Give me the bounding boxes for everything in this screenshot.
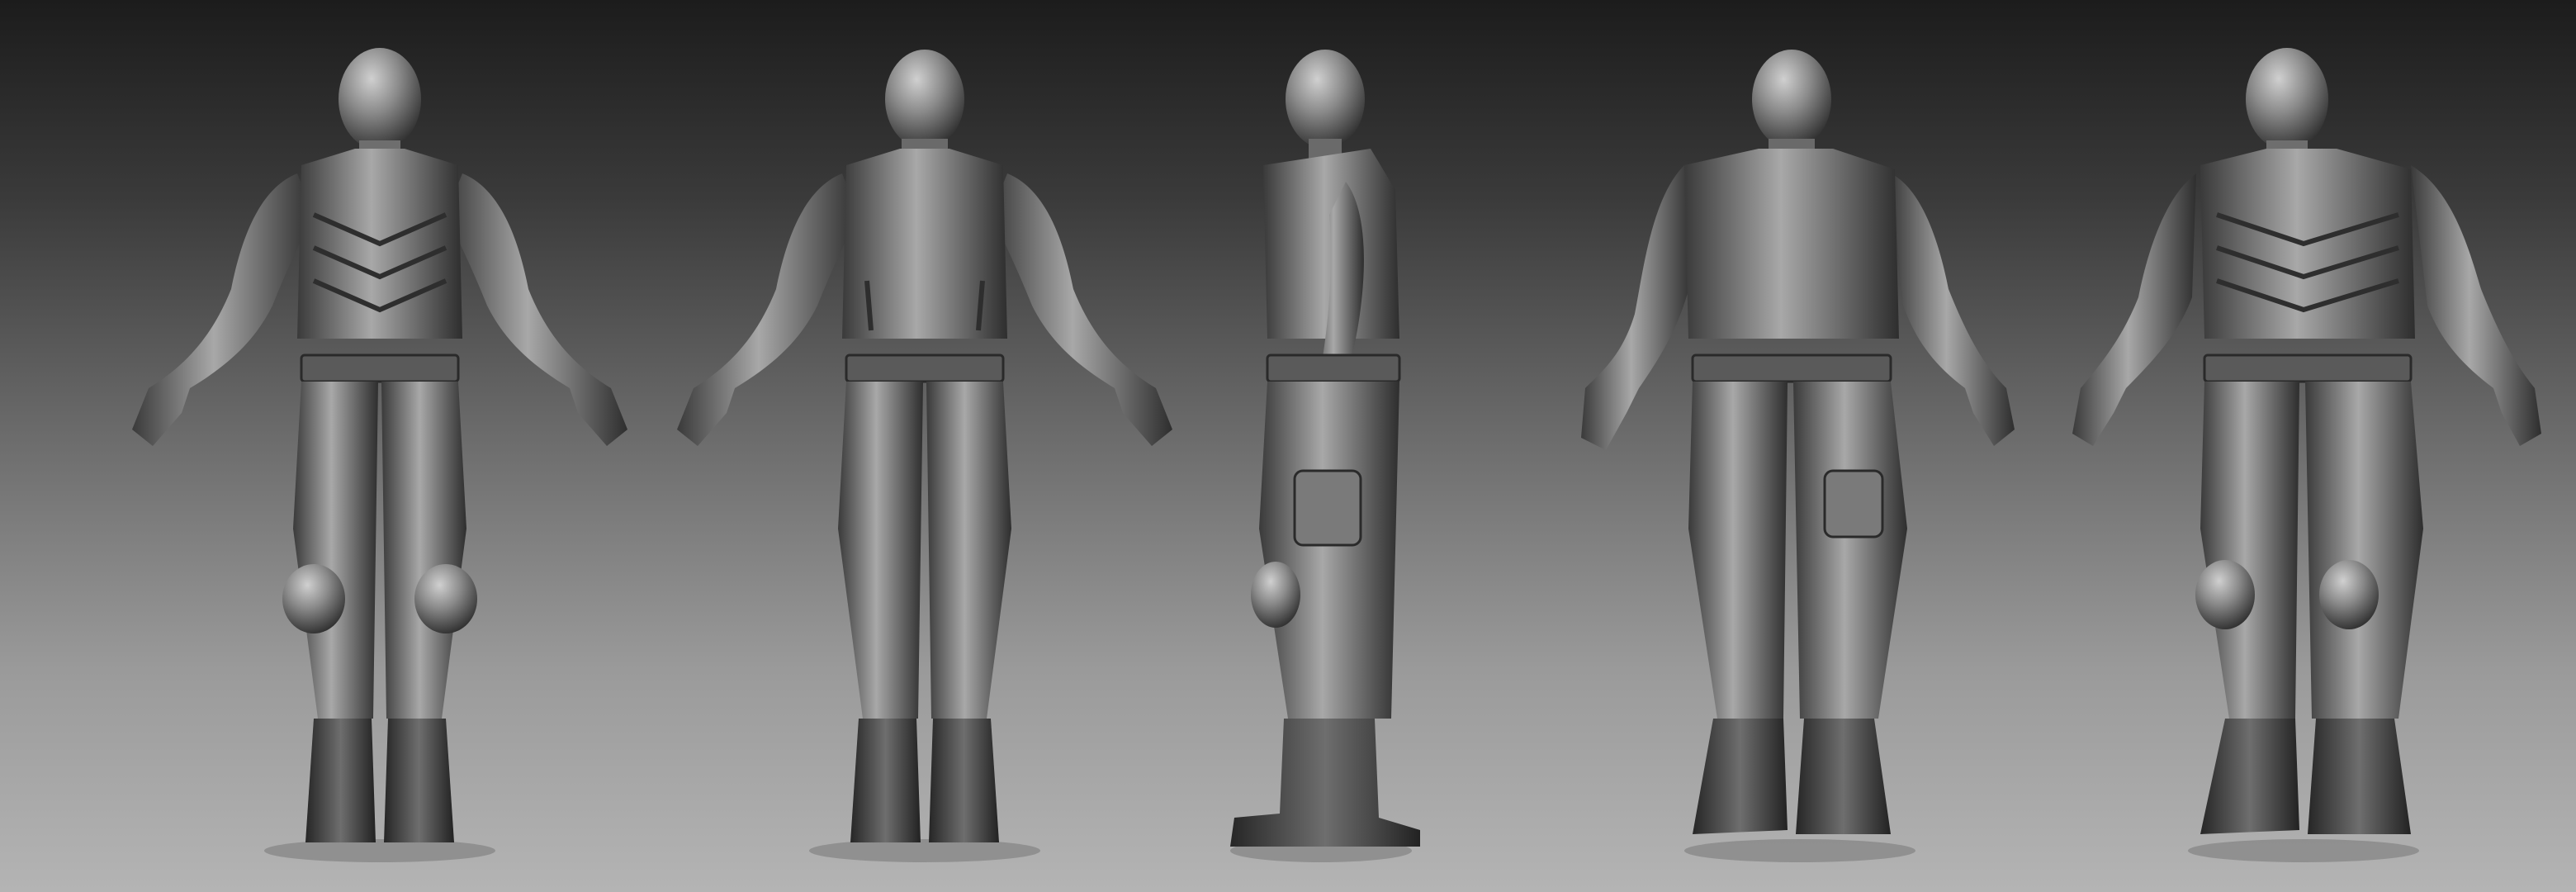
character-front-three-quarter-view [2064, 0, 2543, 875]
character-back-three-quarter-view [1577, 0, 2023, 875]
character-front-view [116, 0, 644, 875]
sculpt-turnaround-viewport [0, 0, 2576, 892]
character-back-view [661, 0, 1189, 875]
character-side-view [1172, 0, 1470, 875]
